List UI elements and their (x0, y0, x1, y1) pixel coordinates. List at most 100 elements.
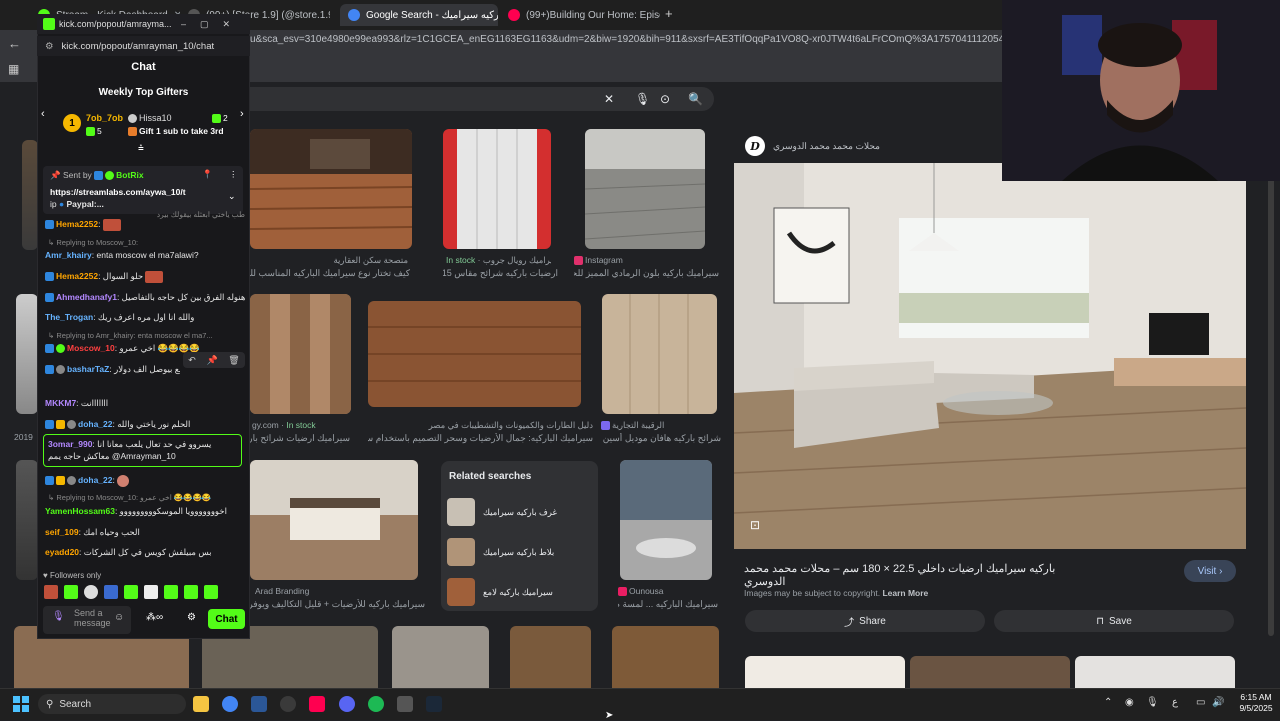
emote[interactable] (84, 585, 98, 599)
result-source[interactable]: Arad Branding (255, 586, 415, 596)
related-search-item[interactable]: غرف باركيه سيراميك (447, 497, 592, 527)
tray-app-icon[interactable]: ◉ (1125, 697, 1134, 708)
preview-image[interactable] (734, 163, 1246, 549)
result-caption[interactable]: سيراميك ارضيات شرائح باركيه ... (250, 433, 350, 444)
donation-link[interactable]: https://streamlabs.com/aywa_10/t (50, 187, 186, 197)
emote[interactable] (64, 585, 78, 599)
network-icon[interactable]: ▭ (1196, 697, 1205, 708)
more-options-icon[interactable]: ⋮ (229, 169, 238, 180)
image-thumbnail[interactable] (16, 294, 38, 414)
file-explorer-icon[interactable] (193, 696, 209, 712)
gift-prompt[interactable]: Gift 1 sub to take 3rd (128, 126, 224, 137)
emote[interactable] (104, 585, 118, 599)
result-caption[interactable]: سيراميك باركيه بلون الرمادي المميز للحصو… (574, 268, 719, 279)
app-icon[interactable] (397, 696, 413, 712)
volume-icon[interactable]: 🔊 (1212, 697, 1224, 708)
share-button[interactable]: ⤴ Share (745, 610, 985, 632)
image-thumbnail[interactable] (392, 626, 489, 688)
chevron-down-icon[interactable]: ⌄ (228, 191, 236, 202)
discord-icon[interactable] (339, 696, 355, 712)
emote[interactable] (44, 585, 58, 599)
reply-icon[interactable]: ↶ (188, 355, 196, 366)
microphone-icon[interactable]: 🎙 (52, 611, 65, 622)
collapse-icon[interactable]: ⩮ (138, 143, 144, 154)
image-result-8[interactable] (620, 460, 712, 580)
lens-icon[interactable]: ⊡ (750, 518, 760, 532)
learn-more-link[interactable]: Learn More (882, 588, 928, 598)
address-bar[interactable]: u&sca_esv=310e4980e99ea993&rlz=1C1GCEA_e… (250, 34, 1010, 52)
chevron-up-icon[interactable]: ⌃ (1104, 697, 1112, 708)
image-result-2[interactable] (443, 129, 551, 249)
related-search-item[interactable]: سيراميك باركيه لامع (447, 577, 592, 607)
image-result-3[interactable] (585, 129, 705, 249)
similar-image[interactable] (910, 656, 1070, 688)
send-chat-button[interactable]: Chat (208, 609, 245, 629)
result-source[interactable]: Instagram (574, 255, 694, 266)
points-icon[interactable]: ⁂∞ (146, 612, 163, 623)
tab-google-search[interactable]: Google Search - باركيه سيراميك✕ (340, 4, 498, 26)
pinned-link[interactable]: https://streamlabs.com/aywa_10/t (50, 186, 225, 198)
clear-icon[interactable]: ✕ (604, 92, 614, 106)
result-caption[interactable]: شرائح باركيه هافان موديل أسين 5 ... (601, 433, 721, 444)
image-result-4[interactable] (250, 294, 351, 414)
gifter-name[interactable]: 7ob_7ob (86, 113, 123, 123)
steam-icon[interactable] (426, 696, 442, 712)
result-source[interactable]: gy.com · In stock (252, 420, 362, 430)
obs-icon[interactable] (280, 696, 296, 712)
emote[interactable] (144, 585, 158, 599)
tiktok-icon[interactable] (309, 696, 325, 712)
result-caption[interactable]: سيراميك الباركيه ... لمسة م ... (618, 599, 718, 610)
site-settings-icon[interactable]: ⚙ (45, 41, 54, 52)
camera-search-icon[interactable]: ⊙ (660, 92, 670, 106)
window-controls[interactable]: –▢✕ (181, 19, 244, 30)
search-icon[interactable]: 🔍 (688, 92, 703, 106)
emote[interactable] (124, 585, 138, 599)
chevron-right-icon[interactable]: › (240, 108, 244, 120)
preview-site[interactable]: D محلات محمد محمد الدوسري (745, 136, 880, 156)
gifter-name[interactable]: Hissa10 (128, 113, 172, 124)
result-source[interactable]: In stock · سيراميك رويال جروب (446, 255, 551, 266)
windows-start-icon[interactable] (13, 696, 29, 712)
related-search-item[interactable]: بلاط باركيه سيراميك (447, 537, 592, 567)
apps-grid-icon[interactable]: ▦ (8, 62, 19, 76)
result-source[interactable]: Ounousa (618, 586, 713, 597)
image-thumbnail[interactable] (612, 626, 719, 688)
result-source[interactable]: دليل الطارات والكميونات والتشطيبات في مص… (368, 420, 593, 431)
back-icon[interactable]: ← (8, 36, 21, 51)
image-result-5[interactable] (368, 301, 581, 407)
image-thumbnail[interactable] (22, 140, 38, 250)
microphone-icon[interactable]: 🎙 (635, 92, 650, 106)
scrollbar[interactable] (1268, 136, 1274, 636)
pin-icon[interactable]: 📌 (206, 355, 217, 366)
result-caption[interactable]: سيراميك باركيه للأرضيات + قليل التكاليف … (240, 599, 425, 610)
visit-button[interactable]: Visit › (1184, 560, 1236, 582)
chevron-left-icon[interactable]: ‹ (41, 108, 45, 120)
tab-building-home[interactable]: (99+)Building Our Home: Episo✕ (500, 4, 660, 26)
similar-image[interactable] (745, 656, 905, 688)
result-source[interactable]: متصحة سكن العقارية (253, 255, 408, 266)
microphone-icon[interactable]: 🎙 (1146, 697, 1159, 708)
gear-icon[interactable]: ⚙ (187, 612, 196, 623)
image-result-7[interactable] (250, 460, 418, 580)
result-source[interactable]: الرقيبة التجارية (601, 420, 716, 431)
result-caption[interactable]: سيراميك الباركيه: جمال الأرضيات وسحر الت… (368, 433, 593, 444)
save-button[interactable]: ⊓ Save (994, 610, 1234, 632)
taskbar-search[interactable]: ⚲ Search (38, 694, 186, 714)
system-clock[interactable]: 6:15 AM 9/5/2025 (1236, 692, 1276, 714)
unpin-icon[interactable]: 📍 (202, 169, 213, 180)
emote[interactable] (204, 585, 218, 599)
new-tab-button[interactable]: + (665, 6, 673, 21)
result-caption[interactable]: ارضيات باركيه شرائح مقاس 15* ... (443, 268, 558, 279)
similar-image[interactable] (1075, 656, 1235, 688)
app-icon[interactable] (251, 696, 267, 712)
chrome-icon[interactable] (222, 696, 238, 712)
delete-icon[interactable]: 🗑 (228, 355, 239, 366)
image-thumbnail[interactable] (510, 626, 591, 688)
emote[interactable] (184, 585, 198, 599)
emoji-icon[interactable]: ☺ (114, 612, 124, 623)
image-result-1[interactable] (250, 129, 412, 249)
preview-title[interactable]: باركيه سيراميك ارضيات داخلي 22.5 × 180 س… (744, 562, 1074, 588)
emote[interactable] (164, 585, 178, 599)
image-result-6[interactable] (602, 294, 717, 414)
language-indicator[interactable]: ع (1172, 697, 1178, 708)
